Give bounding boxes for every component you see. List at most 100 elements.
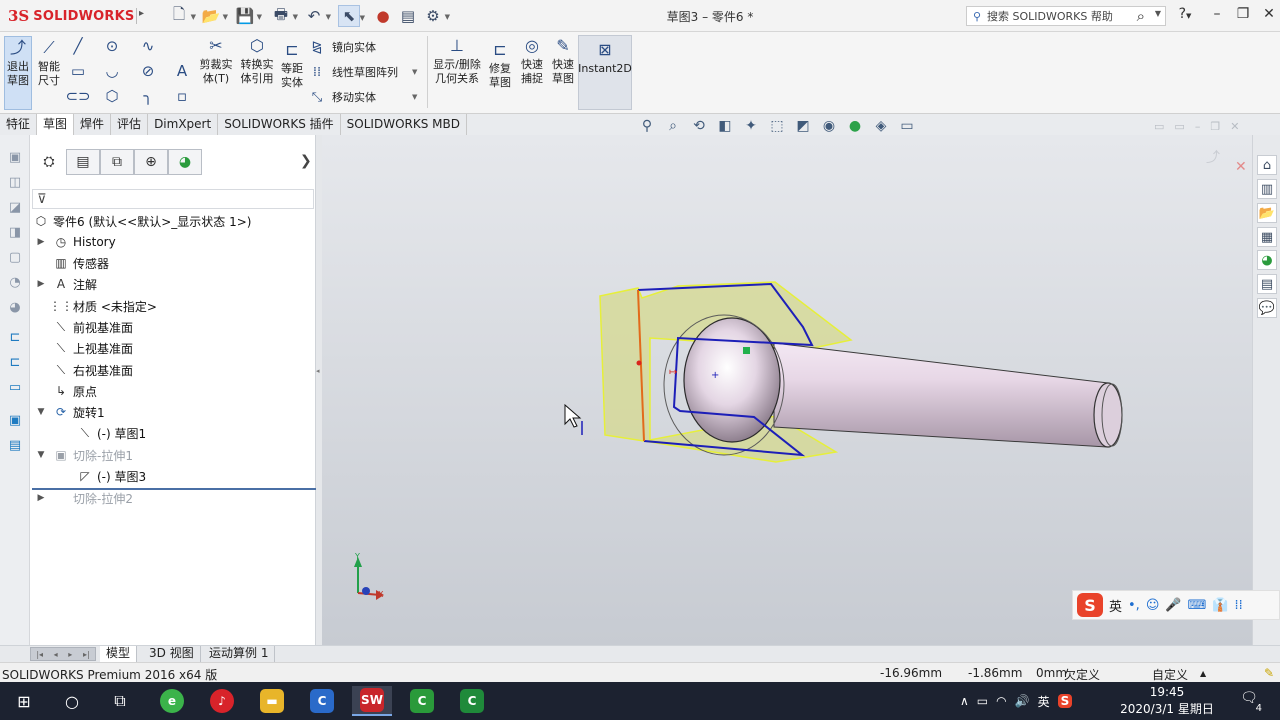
rebuild-status-icon[interactable]: ✎	[1264, 666, 1274, 680]
spline-icon[interactable]: ∿	[136, 36, 160, 56]
keyboard-icon[interactable]: ⌨	[1188, 598, 1207, 613]
next-tab-icon[interactable]: ▸	[68, 650, 72, 659]
print-icon[interactable]: 🖶 ▼	[270, 5, 298, 27]
loft-icon[interactable]: ◨	[5, 222, 25, 242]
ellipse-icon[interactable]: ⊘	[136, 61, 160, 81]
first-tab-icon[interactable]: |◂	[36, 650, 43, 659]
dynamic-annotation-icon[interactable]: ✦	[740, 117, 762, 135]
emoji-icon[interactable]: ☺	[1146, 598, 1160, 613]
configuration-manager-tab-icon[interactable]: ⧉	[100, 149, 134, 175]
boundary-icon[interactable]: ▢	[5, 247, 25, 267]
tab-dimxpert[interactable]: DimXpert	[148, 114, 219, 135]
tab-features[interactable]: 特征	[0, 114, 38, 135]
quick-snaps-button[interactable]: ◎ 快速 捕捉	[518, 36, 546, 86]
expand-arrow-icon[interactable]: ▶	[34, 493, 48, 503]
battery-icon[interactable]: ▭	[977, 694, 988, 708]
volume-icon[interactable]: 🔊	[1015, 694, 1030, 708]
tab-sketch[interactable]: 草图	[37, 114, 75, 135]
shaft-end-face[interactable]	[1093, 382, 1123, 448]
toolbox-icon[interactable]: ⁞⁞	[1235, 598, 1243, 613]
close-button[interactable]: ✕	[1256, 6, 1280, 26]
sketch-display-icon[interactable]: ▭	[5, 377, 25, 397]
file-explorer-icon[interactable]: 📂	[1257, 203, 1277, 223]
design-library-icon[interactable]: ▥	[1257, 179, 1277, 199]
fillet-feature-icon[interactable]: ◔	[5, 272, 25, 292]
arc-icon[interactable]: ◡	[100, 61, 124, 81]
save-icon[interactable]: 💾 ▼	[234, 5, 262, 27]
confirmation-corner-icon[interactable]: ⤴	[1206, 147, 1220, 167]
browser-app-icon[interactable]: e	[152, 686, 192, 716]
restore-button[interactable]: ❐	[1230, 6, 1256, 26]
tree-item-front-plane[interactable]: ⟍ 前视基准面	[34, 317, 133, 337]
cortana-search-icon[interactable]: ○	[52, 686, 92, 716]
hide-show-items-icon[interactable]: ◉	[818, 117, 840, 135]
convert-entities-button[interactable]: ⬡ 转换实 体引用	[238, 36, 276, 86]
shaft-body[interactable]	[773, 342, 1118, 448]
sogou-tray-icon[interactable]: S	[1057, 694, 1073, 708]
sketch-settings-icon[interactable]: ▤	[5, 435, 25, 455]
rebuild-icon[interactable]: ●	[372, 5, 394, 27]
help-search-box[interactable]: ⚲ 搜索 SOLIDWORKS 帮助 ⌕ ▼	[966, 6, 1166, 26]
taskbar-clock[interactable]: 19:45 2020/3/1 星期日	[1112, 684, 1222, 718]
extrude-boss-icon[interactable]: ▣	[5, 147, 25, 167]
tree-item-right-plane[interactable]: ⟍ 右视基准面	[34, 360, 133, 380]
notification-center-icon[interactable]: 🗨 4	[1236, 690, 1262, 714]
open-icon[interactable]: 📂 ▼	[200, 5, 228, 27]
viewport-restore-icon[interactable]: ❐	[1210, 120, 1220, 134]
apply-scene-icon[interactable]: ◈	[870, 117, 892, 135]
zoom-to-fit-icon[interactable]: ⚲	[636, 117, 658, 135]
task-view-icon[interactable]: ⧉	[100, 686, 140, 716]
tree-root-part[interactable]: ⬡ 零件6 (默认<<默认>_显示状态 1>)	[32, 211, 252, 231]
sogou-logo-icon[interactable]: S	[1077, 593, 1103, 617]
sketch-tools-icon[interactable]: ▣	[5, 410, 25, 430]
edit-appearance-icon[interactable]: ●	[844, 117, 866, 135]
tree-item-origin[interactable]: ↳ 原点	[34, 381, 97, 401]
sketch-endpoint-marker[interactable]	[743, 347, 750, 354]
collapse-arrow-icon[interactable]: ▼	[34, 450, 48, 460]
sketch-convert-icon[interactable]: ⊏	[5, 352, 25, 372]
tab-addins[interactable]: SOLIDWORKS 插件	[218, 114, 341, 135]
undo-icon[interactable]: ↶ ▼	[303, 5, 331, 27]
tree-item-sensors[interactable]: ▥ 传感器	[34, 253, 109, 273]
smart-dimension-button[interactable]: ⟋ 智能 尺寸	[36, 38, 62, 88]
home-icon[interactable]: ⌂	[1257, 155, 1277, 175]
view-orientation-icon[interactable]: ⬚	[766, 117, 788, 135]
options-gear-icon[interactable]: ⚙ ▼	[422, 5, 450, 27]
tab-motion-study[interactable]: 运动算例 1	[203, 646, 276, 662]
line-icon[interactable]: ╱	[66, 36, 90, 56]
tree-item-top-plane[interactable]: ⟍ 上视基准面	[34, 338, 133, 358]
help-question-icon[interactable]: ?▼	[1172, 6, 1198, 26]
zoom-to-area-icon[interactable]: ⌕	[662, 117, 684, 135]
tab-evaluate[interactable]: 评估	[111, 114, 149, 135]
forum-icon[interactable]: 💬	[1257, 298, 1277, 318]
ime-language[interactable]: 英	[1109, 596, 1122, 615]
tray-input-language[interactable]: 英	[1038, 693, 1050, 710]
tab-mbd[interactable]: SOLIDWORKS MBD	[341, 114, 467, 135]
graphics-area[interactable]: + ↦ Y X ▭ ▭ – ❐ ✕ ⤴ ✕	[322, 120, 1252, 645]
revolve-boss-icon[interactable]: ◫	[5, 172, 25, 192]
file-properties-icon[interactable]: ▤	[397, 5, 419, 27]
feature-filter[interactable]: ⊽	[32, 189, 314, 209]
tree-item-material[interactable]: ⋮⋮ 材质 <未指定>	[34, 296, 157, 316]
unit-dropdown-icon[interactable]: ▲	[1200, 669, 1206, 678]
feature-tree-tab-icon[interactable]: ⛭	[32, 149, 66, 175]
tab-weldments[interactable]: 焊件	[74, 114, 112, 135]
sweep-icon[interactable]: ◪	[5, 197, 25, 217]
circle-icon[interactable]: ⊙	[100, 36, 124, 56]
previous-view-icon[interactable]: ⟲	[688, 117, 710, 135]
viewport-link-icon[interactable]: ▭	[1174, 120, 1184, 134]
expand-arrow-icon[interactable]: ▶	[34, 279, 48, 289]
tree-item-annotations[interactable]: ▶ A 注解	[34, 274, 97, 294]
minimize-button[interactable]: –	[1204, 6, 1230, 26]
offset-entities-button[interactable]: ⊏ 等距 实体	[278, 40, 306, 90]
viewport-minimize-icon[interactable]: –	[1195, 120, 1201, 134]
tree-item-history[interactable]: ▶ ◷ History	[34, 232, 116, 252]
last-tab-icon[interactable]: ▸|	[83, 650, 90, 659]
tab-navigation-arrows[interactable]: |◂ ◂ ▸ ▸|	[30, 647, 96, 661]
linear-pattern-button[interactable]: ⁞⁞ 线性草图阵列 ▼	[308, 64, 418, 80]
display-manager-tab-icon[interactable]: ◕	[168, 149, 202, 175]
tree-item-cut-extrude1[interactable]: ▼ ▣ 切除-拉伸1	[34, 445, 133, 465]
display-relations-button[interactable]: ⊥ 显示/删除 几何关系	[430, 36, 484, 86]
search-icon[interactable]: ⌕	[1137, 7, 1145, 25]
rectangle-icon[interactable]: ▭	[66, 61, 90, 81]
